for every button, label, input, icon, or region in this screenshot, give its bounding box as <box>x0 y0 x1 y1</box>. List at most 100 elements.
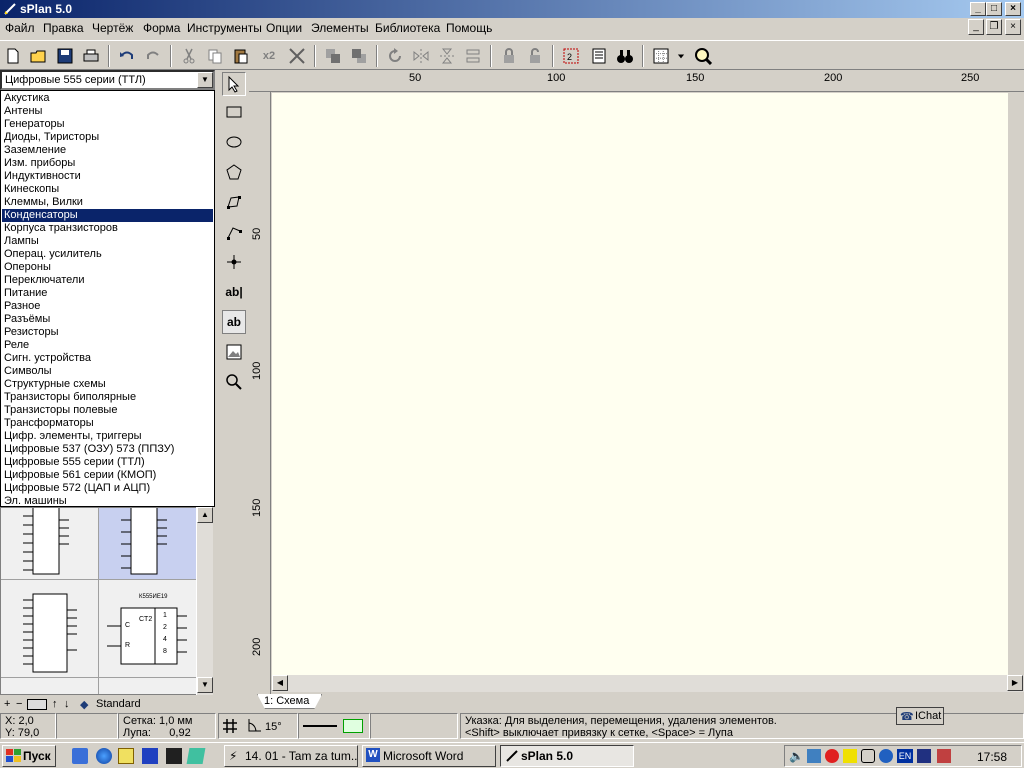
open-button[interactable] <box>28 45 50 67</box>
library-list-item[interactable]: Антены <box>2 105 213 118</box>
schematic-canvas[interactable] <box>272 93 1008 675</box>
library-list-item[interactable]: Клеммы, Вилки <box>2 196 213 209</box>
library-list-item[interactable]: Операц. усилитель <box>2 248 213 261</box>
library-list-item[interactable]: Опероны <box>2 261 213 274</box>
library-list-item[interactable]: Трансформаторы <box>2 417 213 430</box>
numbering-button[interactable]: 2 <box>560 45 582 67</box>
library-list-item[interactable]: Транзисторы полевые <box>2 404 213 417</box>
menu-elements[interactable]: Элементы <box>311 21 369 35</box>
scroll-down-icon[interactable]: ▼ <box>197 677 213 693</box>
close-button[interactable]: × <box>1005 2 1021 16</box>
tray-phone-icon[interactable] <box>917 749 931 763</box>
library-list-item[interactable]: Заземление <box>2 144 213 157</box>
taskbar-button-splan[interactable]: sPlan 5.0 <box>500 745 634 767</box>
quick-launch-app-icon[interactable] <box>186 748 206 764</box>
library-list-item[interactable]: Цифр. элементы, триггеры <box>2 430 213 443</box>
undo-button[interactable] <box>116 45 138 67</box>
delete-button[interactable] <box>286 45 308 67</box>
align-button[interactable] <box>462 45 484 67</box>
menu-shape[interactable]: Форма <box>143 21 180 35</box>
library-list-item[interactable]: Цифровые 561 серии (КМОП) <box>2 469 213 482</box>
library-list-item[interactable]: Корпуса транзисторов <box>2 222 213 235</box>
library-list-item[interactable]: Диоды, Тиристоры <box>2 131 213 144</box>
network-icon[interactable] <box>807 749 821 763</box>
menu-drawing[interactable]: Чертёж <box>92 21 133 35</box>
preview-scrollbar[interactable]: ▲ ▼ <box>196 507 213 695</box>
tray-app-icon[interactable] <box>879 749 893 763</box>
add-library-button[interactable]: + <box>4 698 10 710</box>
scroll-left-icon[interactable]: ◀ <box>272 675 288 691</box>
ellipse-tool[interactable] <box>222 130 246 154</box>
tray-app-icon[interactable] <box>861 749 875 763</box>
scroll-right-icon[interactable]: ▶ <box>1007 675 1023 691</box>
mirror-h-button[interactable] <box>410 45 432 67</box>
junction-tool[interactable] <box>222 250 246 274</box>
taskbar-button-word[interactable]: W Microsoft Word <box>362 745 496 767</box>
zoom-button[interactable] <box>692 45 714 67</box>
send-back-button[interactable] <box>348 45 370 67</box>
library-list-item[interactable]: Кинескопы <box>2 183 213 196</box>
line-style-panel[interactable] <box>298 713 370 739</box>
tray-app-icon[interactable] <box>937 749 951 763</box>
component-cell[interactable]: К555ИЕ19 CT2 C R 1 2 4 8 <box>99 580 197 678</box>
menu-options[interactable]: Опции <box>266 21 302 35</box>
taskbar-button-media[interactable]: ⚡ 14. 01 - Tam za tum... <box>224 745 358 767</box>
ichat-widget[interactable]: ☎ IChat <box>896 707 944 725</box>
move-down-button[interactable]: ↓ <box>64 698 70 710</box>
parts-list-button[interactable] <box>588 45 610 67</box>
rectangle-tool[interactable] <box>222 100 246 124</box>
start-button[interactable]: Пуск <box>2 745 56 767</box>
rotate-button[interactable] <box>384 45 406 67</box>
search-button[interactable] <box>614 45 636 67</box>
library-set-name[interactable]: Standard <box>96 698 141 710</box>
mdi-restore-button[interactable]: ❐ <box>986 19 1002 35</box>
library-list-item[interactable]: Питание <box>2 287 213 300</box>
text-box-tool[interactable]: ab <box>222 310 246 334</box>
library-list-item[interactable]: Сигн. устройства <box>2 352 213 365</box>
print-button[interactable] <box>80 45 102 67</box>
show-desktop-icon[interactable] <box>72 748 88 764</box>
bring-front-button[interactable] <box>322 45 344 67</box>
cut-button[interactable] <box>178 45 200 67</box>
remove-library-button[interactable]: − <box>16 698 22 710</box>
component-cell[interactable] <box>1 580 99 678</box>
antivirus-icon[interactable] <box>825 749 839 763</box>
library-list-item[interactable]: Конденсаторы <box>2 209 213 222</box>
text-tool[interactable]: ab| <box>222 280 246 304</box>
duplicate-button[interactable]: x2 <box>258 45 280 67</box>
save-button[interactable] <box>54 45 76 67</box>
library-dropdown-arrow-icon[interactable]: ▼ <box>197 72 213 88</box>
mdi-close-button[interactable]: × <box>1005 19 1021 35</box>
redo-button[interactable] <box>142 45 164 67</box>
angle-value[interactable]: 15° <box>265 721 282 733</box>
component-cell[interactable] <box>1 678 99 694</box>
library-list-item[interactable]: Структурные схемы <box>2 378 213 391</box>
library-list-item[interactable]: Генераторы <box>2 118 213 131</box>
language-indicator[interactable]: EN <box>897 749 913 763</box>
library-list-item[interactable]: Разъёмы <box>2 313 213 326</box>
library-list-item[interactable]: Индуктивности <box>2 170 213 183</box>
component-cell[interactable] <box>1 508 99 580</box>
library-list-item[interactable]: Эл. машины <box>2 495 213 508</box>
library-selector[interactable]: Цифровые 555 серии (ТТЛ) ▼ <box>0 70 215 90</box>
pointer-tool[interactable] <box>222 72 246 96</box>
quick-launch-app-icon[interactable] <box>118 748 134 764</box>
move-up-button[interactable]: ↑ <box>52 698 58 710</box>
mirror-v-button[interactable] <box>436 45 458 67</box>
library-edit-icon[interactable] <box>27 699 47 710</box>
zoom-tool[interactable] <box>222 370 246 394</box>
grid-snap-icon[interactable] <box>223 719 237 733</box>
menu-help[interactable]: Помощь <box>446 21 492 35</box>
library-list-item[interactable]: Переключатели <box>2 274 213 287</box>
maximize-button[interactable]: □ <box>986 2 1002 16</box>
library-list-item[interactable]: Цифровые 537 (ОЗУ) 573 (ППЗУ) <box>2 443 213 456</box>
minimize-button[interactable]: _ <box>970 2 986 16</box>
new-button[interactable] <box>2 45 24 67</box>
component-cell[interactable] <box>99 678 197 694</box>
menu-tools[interactable]: Инструменты <box>187 21 262 35</box>
component-cell-selected[interactable] <box>99 508 197 580</box>
internet-explorer-icon[interactable] <box>96 748 112 764</box>
paste-button[interactable] <box>230 45 252 67</box>
menu-file[interactable]: Файл <box>5 21 35 35</box>
bezier-tool[interactable] <box>222 190 246 214</box>
